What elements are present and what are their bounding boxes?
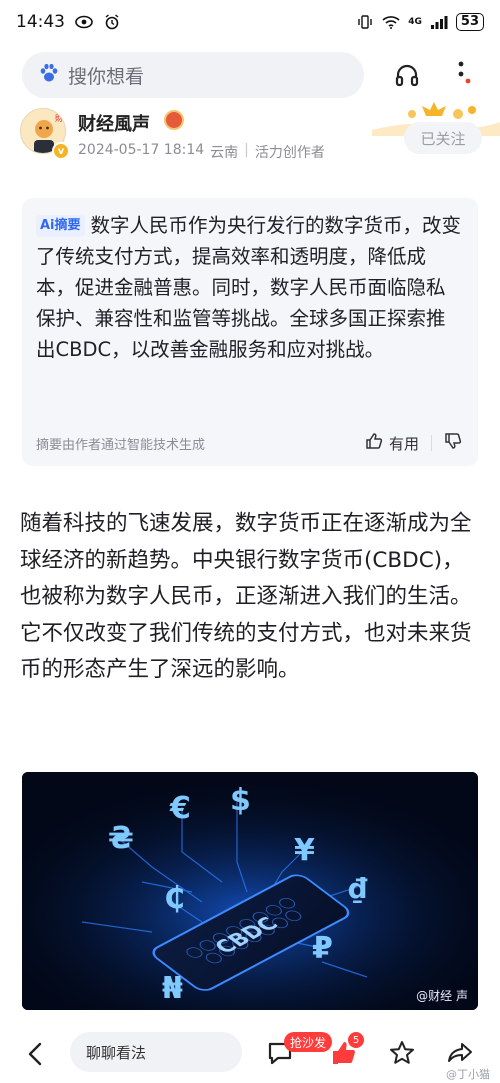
ai-summary-card: Ai摘要 数字人民币作为央行发行的数字货币，改变了传统支付方式，提高效率和透明度，… xyxy=(22,198,478,466)
publish-location: 云南 xyxy=(210,145,239,161)
publish-date: 2024-05-17 18:14 xyxy=(78,142,205,158)
author-meta: 2024-05-17 18:14 云南 | 活力创作者 xyxy=(78,142,325,162)
meta-divider: | xyxy=(244,142,249,158)
ai-summary-tag: Ai摘要 xyxy=(36,214,85,237)
like-count-badge: 5 xyxy=(348,1032,364,1048)
signal-icon xyxy=(430,13,448,31)
useful-label: 有用 xyxy=(388,434,419,453)
summary-body: Ai摘要 数字人民币作为央行发行的数字货币，改变了传统支付方式，提高效率和透明度，… xyxy=(36,210,462,365)
share-icon[interactable] xyxy=(446,1039,474,1067)
creator-medal-icon xyxy=(164,110,184,130)
image-credit: @财经 声 xyxy=(416,989,468,1003)
summary-note: 摘要由作者通过智能技术生成 xyxy=(36,437,206,453)
author-name[interactable]: 财经風声 xyxy=(78,110,150,136)
euro-symbol: € xyxy=(169,791,191,826)
summary-footer: 摘要由作者通过智能技术生成 有用 xyxy=(36,432,462,454)
author-header: 財 v 财经風声 2024-05-17 18:14 云南 | 活力创作者 已关注 xyxy=(0,100,500,168)
search-bar[interactable]: 搜你想看 xyxy=(22,52,364,98)
article-paragraph: 随着科技的飞速发展，数字货币正在逐渐成为全球经济的新趋势。中央银行数字货币(CB… xyxy=(20,511,472,682)
verified-badge-icon: v xyxy=(52,142,70,160)
eye-icon xyxy=(75,13,93,31)
paw-logo-icon xyxy=(38,62,60,88)
ruble-symbol: ₽ xyxy=(312,931,333,966)
star-icon[interactable] xyxy=(388,1039,416,1067)
thumbs-down-icon[interactable] xyxy=(444,432,462,454)
network-label: 4G xyxy=(408,17,422,27)
search-placeholder: 搜你想看 xyxy=(68,65,145,88)
status-bar: 14:43 4G 53 xyxy=(0,0,500,44)
vibrate-icon xyxy=(356,13,374,31)
watermark: @丁小猫 xyxy=(446,1068,490,1081)
thumbs-up-icon xyxy=(365,432,383,454)
battery-indicator: 53 xyxy=(455,13,484,31)
cedi-symbol: ₵ xyxy=(164,881,185,916)
dollar-symbol: $ xyxy=(230,783,251,818)
comment-placeholder: 聊聊看法 xyxy=(86,1043,147,1062)
wifi-icon xyxy=(382,13,400,31)
top-bar: 搜你想看 xyxy=(0,50,500,98)
useful-button[interactable]: 有用 xyxy=(365,432,419,454)
headphones-icon[interactable] xyxy=(394,62,420,88)
follow-button[interactable]: 已关注 xyxy=(404,122,482,154)
bottom-bar: 聊聊看法 抢沙发 5 @丁小猫 xyxy=(0,1026,500,1083)
back-arrow-icon[interactable] xyxy=(22,1040,50,1068)
footer-divider xyxy=(431,435,432,451)
yen-symbol: ¥ xyxy=(294,833,315,868)
status-time: 14:43 xyxy=(16,12,65,32)
summary-text: 数字人民币作为央行发行的数字货币，改变了传统支付方式，提高效率和透明度，降低成本… xyxy=(36,214,462,361)
svg-text:財: 財 xyxy=(55,113,63,123)
article-image[interactable]: CBDC € $ ₴ ¥ ₵ ₫ ₽ ₦ @财经 声 xyxy=(22,772,478,1010)
dong-symbol: ₫ xyxy=(348,872,368,905)
alarm-icon xyxy=(103,13,121,31)
more-options-icon[interactable] xyxy=(448,58,474,92)
naira-symbol: ₦ xyxy=(162,971,183,1006)
hryvnia-symbol: ₴ xyxy=(108,821,134,856)
sofa-badge: 抢沙发 xyxy=(284,1032,333,1052)
comment-input[interactable]: 聊聊看法 xyxy=(70,1032,242,1072)
creator-role: 活力创作者 xyxy=(254,145,325,161)
